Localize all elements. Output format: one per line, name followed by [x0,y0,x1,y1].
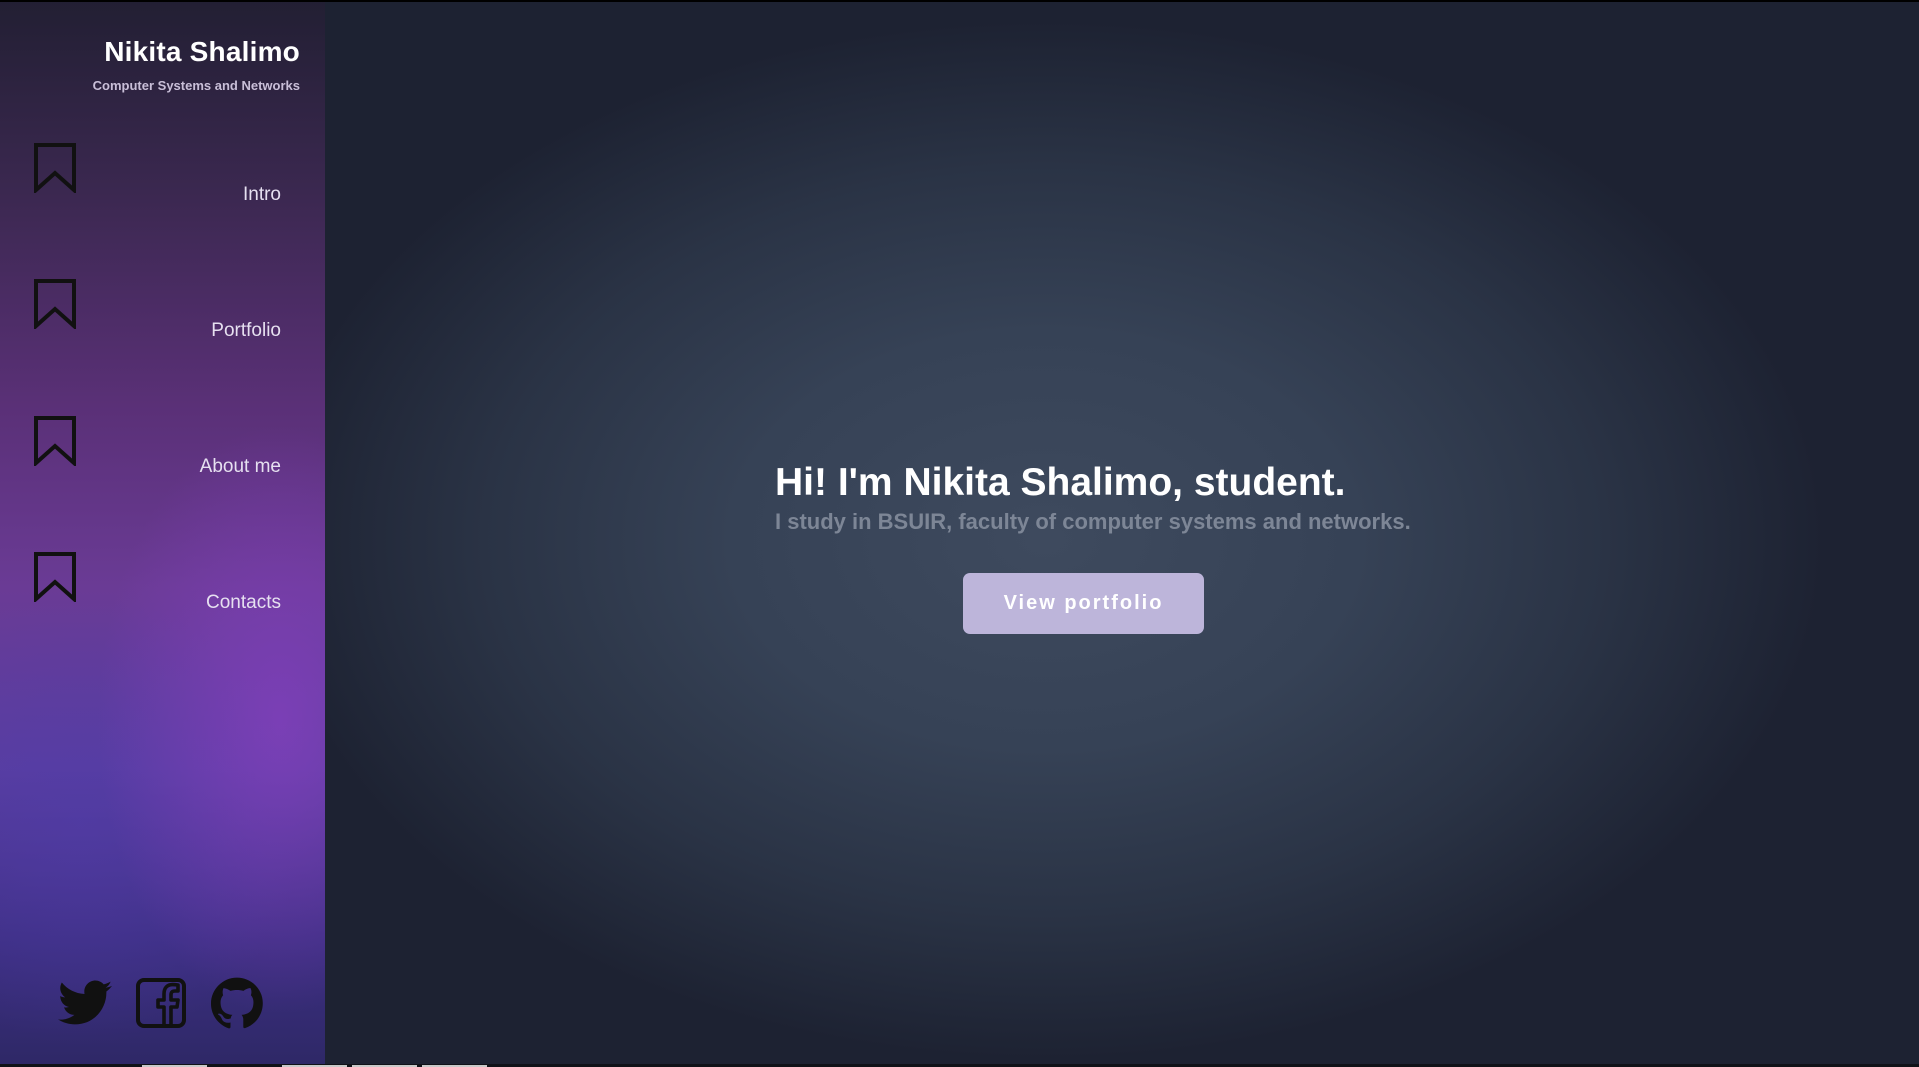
github-link[interactable] [210,977,264,1029]
hero-title: Hi! I'm Nikita Shalimo, student. [775,461,1346,504]
page: Nikita Shalimo Computer Systems and Netw… [0,0,1919,1067]
brand: Nikita Shalimo Computer Systems and Netw… [92,36,300,93]
twitter-link[interactable] [58,977,112,1029]
twitter-icon [58,980,112,1025]
main-content: Hi! I'm Nikita Shalimo, student. I study… [325,0,1919,1067]
sidebar-item-portfolio[interactable]: Portfolio [0,279,325,389]
hero: Hi! I'm Nikita Shalimo, student. I study… [775,463,1411,533]
social-links [58,977,264,1029]
sidebar-item-contacts[interactable]: Contacts [0,552,325,662]
github-icon [211,977,263,1029]
bookmark-icon [34,552,76,602]
bookmark-icon [34,143,76,193]
bookmark-icon [34,416,76,466]
sidebar-item-label: About me [199,456,281,477]
brand-name: Nikita Shalimo [104,36,300,67]
sidebar-item-label: Contacts [206,592,281,613]
sidebar: Nikita Shalimo Computer Systems and Netw… [0,0,325,1067]
sidebar-item-label: Intro [242,184,281,205]
sidebar-item-about-me[interactable]: About me [0,416,325,526]
view-portfolio-button[interactable]: View portfolio [963,573,1204,634]
facebook-icon [136,978,186,1028]
bookmark-icon [34,279,76,329]
sidebar-item-label: Portfolio [211,320,281,341]
sidebar-item-intro[interactable]: Intro [0,143,325,253]
window-top-border [0,0,1919,2]
hero-subtitle: I study in BSUIR, faculty of computer sy… [775,509,1411,534]
facebook-link[interactable] [134,977,188,1029]
brand-subtitle: Computer Systems and Networks [92,78,300,93]
